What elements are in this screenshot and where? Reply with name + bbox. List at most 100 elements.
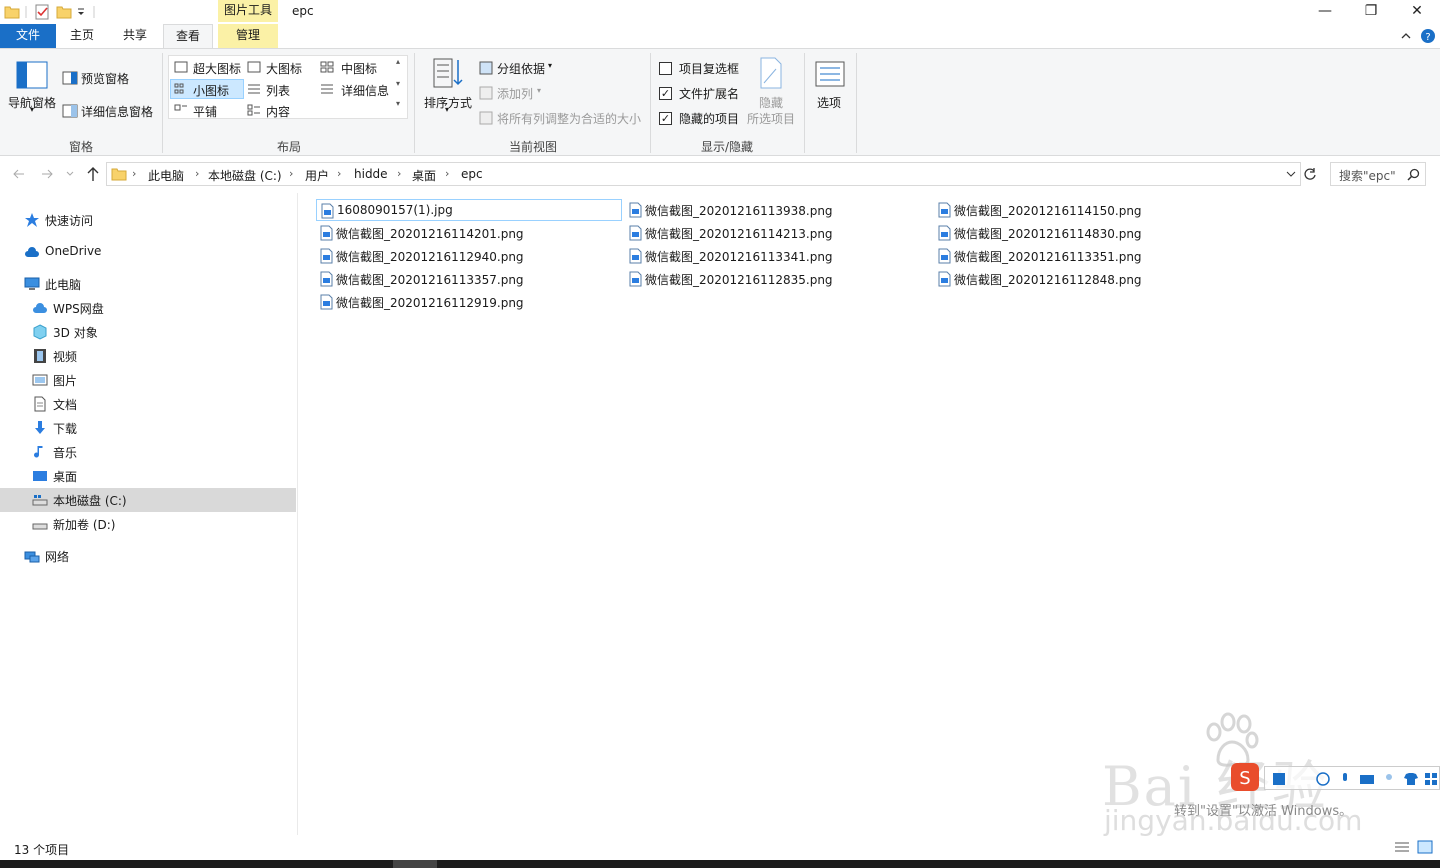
breadcrumb-this-pc[interactable]: 此电脑 xyxy=(148,167,184,184)
layout-tiles[interactable]: 平铺 xyxy=(193,103,217,120)
address-dropdown-icon[interactable] xyxy=(1285,169,1297,179)
maximize-button[interactable]: ❐ xyxy=(1348,0,1394,24)
new-folder-icon[interactable] xyxy=(56,4,72,20)
large-icons-view-icon[interactable] xyxy=(1417,840,1433,854)
ime-mode-icon[interactable] xyxy=(1271,771,1287,787)
folder-icon[interactable] xyxy=(4,4,20,20)
refresh-icon[interactable] xyxy=(1303,167,1317,181)
nav-new-volume-d[interactable]: 新加卷 (D:) xyxy=(0,512,296,536)
file-item[interactable]: 微信截图_20201216113351.png xyxy=(934,245,1240,267)
customize-toolbar-icon[interactable] xyxy=(76,4,86,20)
file-item[interactable]: 微信截图_20201216112940.png xyxy=(316,245,622,267)
chevron-up-icon[interactable] xyxy=(1400,30,1412,42)
options-button[interactable]: 选项 xyxy=(817,94,841,111)
ime-toolbox-icon[interactable] xyxy=(1423,771,1439,787)
ime-user-icon[interactable] xyxy=(1381,771,1397,787)
nav-local-disk-c[interactable]: 本地磁盘 (C:) xyxy=(0,488,296,512)
file-item[interactable]: 1608090157(1).jpg xyxy=(316,199,622,221)
search-box[interactable]: 搜索"epc" xyxy=(1330,162,1426,186)
ime-skin-icon[interactable] xyxy=(1403,771,1419,787)
nav-desktop[interactable]: 桌面 xyxy=(0,464,296,488)
nav-network[interactable]: 网络 xyxy=(0,544,296,568)
nav-quick-access[interactable]: 快速访问 xyxy=(0,208,296,232)
nav-downloads[interactable]: 下载 xyxy=(0,416,296,440)
forward-arrow-icon[interactable] xyxy=(40,167,54,181)
file-item[interactable]: 微信截图_20201216114830.png xyxy=(934,222,1240,244)
breadcrumb-chevron[interactable]: › xyxy=(397,167,401,180)
file-item[interactable]: 微信截图_20201216112835.png xyxy=(625,268,931,290)
layout-details[interactable]: 详细信息 xyxy=(341,82,389,99)
tab-home[interactable]: 主页 xyxy=(60,24,104,48)
file-item[interactable]: 微信截图_20201216114201.png xyxy=(316,222,622,244)
file-item[interactable]: 微信截图_20201216113341.png xyxy=(625,245,931,267)
breadcrumb-users[interactable]: 用户 xyxy=(305,167,329,184)
hide-selected-button[interactable]: 隐藏 xyxy=(759,94,783,111)
breadcrumb-local-disk[interactable]: 本地磁盘 (C:) xyxy=(208,167,282,184)
file-item[interactable]: 微信截图_20201216113357.png xyxy=(316,268,622,290)
details-pane-button[interactable]: 详细信息窗格 xyxy=(81,103,153,120)
nav-music[interactable]: 音乐 xyxy=(0,440,296,464)
recent-locations-chevron-icon[interactable] xyxy=(66,169,74,179)
file-item[interactable]: 微信截图_20201216114213.png xyxy=(625,222,931,244)
details-view-icon[interactable] xyxy=(1394,841,1410,853)
gallery-expand[interactable]: ▾ xyxy=(396,99,400,108)
sort-by-icon[interactable] xyxy=(432,57,464,89)
layout-extra-large-icons[interactable]: 超大图标 xyxy=(193,60,241,77)
gallery-scroll-down[interactable]: ▾ xyxy=(396,79,400,88)
nav-videos[interactable]: 视频 xyxy=(0,344,296,368)
search-icon[interactable] xyxy=(1407,168,1420,181)
ime-keyboard-icon[interactable] xyxy=(1359,771,1375,787)
layout-content[interactable]: 内容 xyxy=(266,103,290,120)
add-columns-button[interactable]: 添加列 xyxy=(497,85,533,102)
breadcrumb-chevron[interactable]: › xyxy=(195,167,199,180)
ime-toolbar[interactable] xyxy=(1264,766,1440,790)
taskbar-active-app[interactable] xyxy=(393,860,437,868)
tab-file[interactable]: 文件 xyxy=(0,24,56,48)
nav-3d-objects[interactable]: 3D 对象 xyxy=(0,320,296,344)
nav-pictures[interactable]: 图片 xyxy=(0,368,296,392)
file-item[interactable]: 微信截图_20201216113938.png xyxy=(625,199,931,221)
navigation-pane-icon[interactable] xyxy=(16,61,48,89)
group-by-button[interactable]: 分组依据 xyxy=(497,60,545,77)
minimize-button[interactable]: — xyxy=(1302,0,1348,24)
help-icon[interactable]: ? xyxy=(1420,28,1436,44)
breadcrumb-hidde[interactable]: hidde xyxy=(354,167,388,181)
item-checkboxes-label: 项目复选框 xyxy=(679,62,740,76)
file-item[interactable]: 微信截图_20201216112848.png xyxy=(934,268,1240,290)
svg-text:S: S xyxy=(1239,768,1250,789)
file-extensions-checkbox[interactable]: ✓ xyxy=(659,87,672,100)
hidden-items-checkbox[interactable]: ✓ xyxy=(659,112,672,125)
size-all-columns-button[interactable]: 将所有列调整为合适的大小 xyxy=(497,110,641,127)
ime-voice-icon[interactable] xyxy=(1337,771,1353,787)
item-checkboxes-checkbox[interactable] xyxy=(659,62,672,75)
breadcrumb-chevron[interactable]: › xyxy=(132,167,136,180)
properties-icon[interactable] xyxy=(34,4,50,20)
nav-documents[interactable]: 文档 xyxy=(0,392,296,416)
layout-large-icons[interactable]: 大图标 xyxy=(266,60,302,77)
back-arrow-icon[interactable] xyxy=(12,167,26,181)
breadcrumb-chevron[interactable]: › xyxy=(445,167,449,180)
tab-view[interactable]: 查看 xyxy=(163,24,213,49)
file-item[interactable]: 微信截图_20201216112919.png xyxy=(316,291,622,313)
address-bar[interactable]: › 此电脑 › 本地磁盘 (C:) › 用户 › hidde › 桌面 › ep… xyxy=(106,162,1301,186)
nav-onedrive[interactable]: OneDrive xyxy=(0,240,296,264)
preview-pane-button[interactable]: 预览窗格 xyxy=(81,70,129,87)
file-item[interactable]: 微信截图_20201216114150.png xyxy=(934,199,1240,221)
tab-share[interactable]: 共享 xyxy=(113,24,157,48)
close-button[interactable]: ✕ xyxy=(1394,0,1440,24)
nav-this-pc[interactable]: 此电脑 xyxy=(0,272,296,296)
breadcrumb-desktop[interactable]: 桌面 xyxy=(412,167,436,184)
breadcrumb-chevron[interactable]: › xyxy=(337,167,341,180)
gallery-scroll-up[interactable]: ▴ xyxy=(396,57,400,66)
options-icon[interactable] xyxy=(815,61,845,87)
ime-smiley-icon[interactable] xyxy=(1315,771,1331,787)
breadcrumb-chevron[interactable]: › xyxy=(289,167,293,180)
tab-manage[interactable]: 管理 xyxy=(218,24,278,48)
layout-small-icons[interactable]: 小图标 xyxy=(193,82,229,99)
search-input[interactable]: 搜索"epc" xyxy=(1339,167,1396,184)
breadcrumb-epc[interactable]: epc xyxy=(461,167,483,181)
layout-list[interactable]: 列表 xyxy=(266,82,290,99)
layout-medium-icons[interactable]: 中图标 xyxy=(341,60,377,77)
up-arrow-icon[interactable] xyxy=(86,166,100,182)
nav-wps[interactable]: WPS网盘 xyxy=(0,296,296,320)
